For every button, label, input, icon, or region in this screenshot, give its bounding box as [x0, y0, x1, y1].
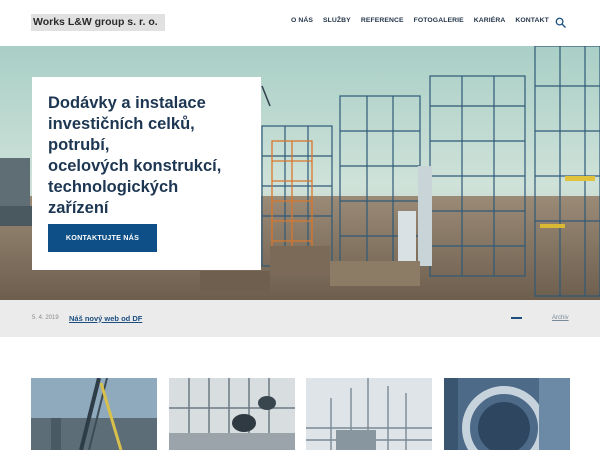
hero-card: Dodávky a instalace investičních celků, …: [32, 77, 261, 270]
search-icon[interactable]: [555, 17, 566, 28]
nav-item-reference[interactable]: REFERENCE: [361, 17, 404, 24]
gallery-thumbnail-3[interactable]: [306, 378, 432, 450]
slider-indicator[interactable]: [511, 317, 522, 319]
nav-item-o-nas[interactable]: O NÁS: [291, 17, 313, 24]
hero-title-line: ocelových konstrukcí,: [48, 157, 222, 175]
hero-title: Dodávky a instalace investičních celků, …: [48, 93, 253, 219]
gallery-thumbnail-1[interactable]: [31, 378, 157, 450]
gallery-thumbnail-4[interactable]: [444, 378, 570, 450]
news-strip: 5. 4. 2019 Náš nový web od DF Archiv: [0, 300, 600, 337]
contact-us-button[interactable]: KONTAKTUJTE NÁS: [48, 224, 157, 252]
gallery-thumbnail-2[interactable]: [169, 378, 295, 450]
nav-item-sluzby[interactable]: SLUŽBY: [323, 17, 351, 24]
hero-title-line: technologických: [48, 178, 179, 196]
site-header: Works L&W group s. r. o. O NÁS SLUŽBY RE…: [0, 0, 600, 46]
hero-title-line: Dodávky a instalace: [48, 94, 206, 112]
hero-banner: Dodávky a instalace investičních celků, …: [0, 46, 600, 300]
news-date: 5. 4. 2019: [32, 315, 59, 321]
company-logo[interactable]: Works L&W group s. r. o.: [31, 14, 165, 31]
nav-item-fotogalerie[interactable]: FOTOGALERIE: [414, 17, 464, 24]
hero-title-line: investičních celků,: [48, 115, 195, 133]
nav-item-kariera[interactable]: KARIÉRA: [474, 17, 506, 24]
nav-item-kontakt[interactable]: KONTAKT: [515, 17, 548, 24]
hero-title-line: potrubí,: [48, 136, 110, 154]
news-headline-link[interactable]: Náš nový web od DF: [69, 314, 142, 323]
archive-link[interactable]: Archiv: [552, 315, 569, 321]
hero-title-line: zařízení: [48, 199, 109, 217]
main-nav: O NÁS SLUŽBY REFERENCE FOTOGALERIE KARIÉ…: [291, 17, 559, 24]
